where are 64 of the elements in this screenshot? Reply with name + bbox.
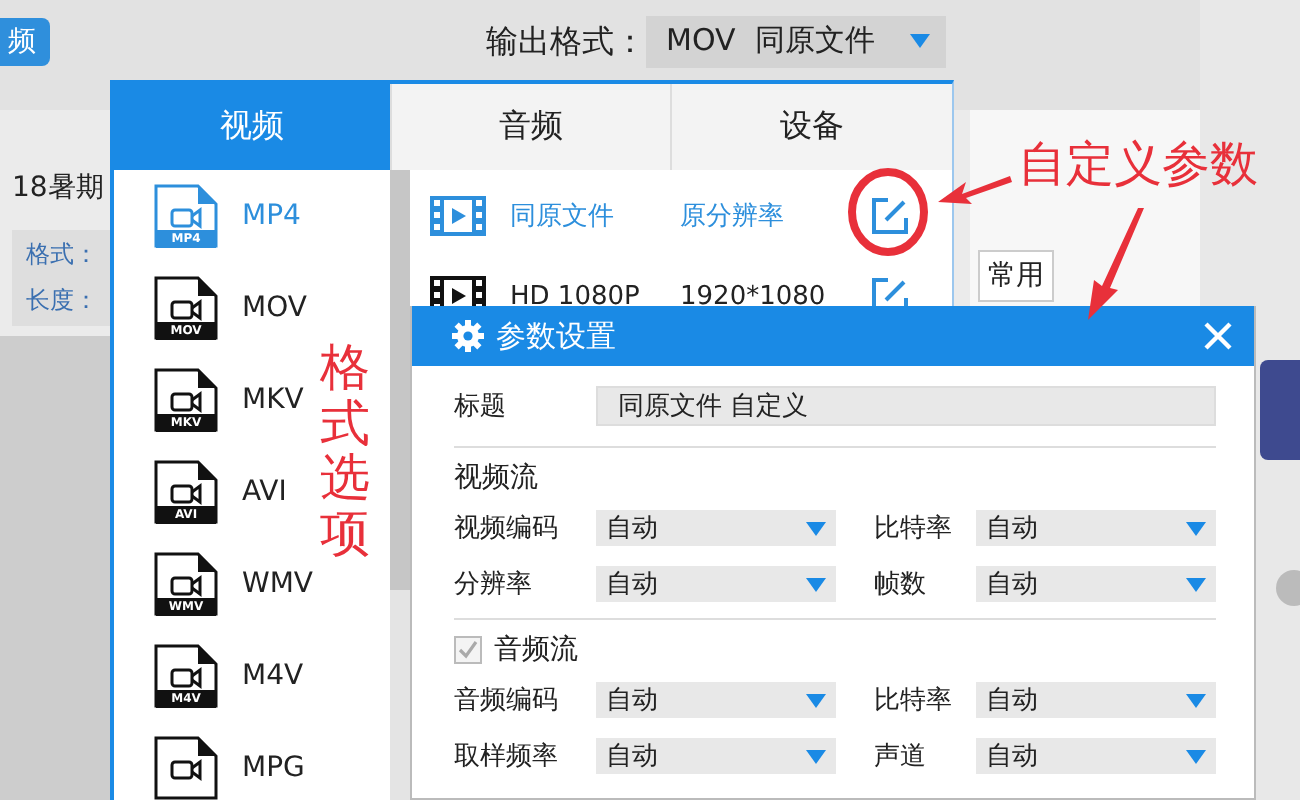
caret-icon	[806, 693, 826, 707]
tab[interactable]: 音频	[390, 84, 670, 170]
format-label: MPG	[242, 752, 305, 784]
arrow	[1084, 208, 1146, 322]
field-label: 视频编码	[454, 512, 560, 546]
output-format-label: 输出格式：	[486, 22, 646, 64]
common-button[interactable]: 常用	[978, 250, 1054, 302]
format-label: AVI	[242, 476, 287, 508]
field-label: 取样频率	[454, 740, 560, 774]
field-label: 帧数	[874, 568, 928, 602]
annotation-text: 格式选项	[320, 340, 370, 560]
field-label: 比特率	[874, 684, 954, 718]
caret-icon	[806, 749, 826, 763]
file-info-text: 格式：	[26, 238, 100, 272]
arrow	[938, 172, 1014, 208]
dropdown[interactable]: 自动	[976, 510, 1216, 546]
dropdown[interactable]: 自动	[596, 738, 836, 774]
highlight-circle	[846, 168, 930, 256]
annotation-text: 自定义参数	[1018, 134, 1258, 196]
field-label: 音频编码	[454, 684, 560, 718]
dropdown[interactable]: 自动	[976, 738, 1216, 774]
dropdown[interactable]: 自动	[596, 566, 836, 602]
tab[interactable]: 视频	[114, 84, 390, 170]
dropdown[interactable]: 自动	[596, 682, 836, 718]
caret-icon	[806, 577, 826, 591]
dropdown[interactable]: 自动	[976, 682, 1216, 718]
dialog-title: 参数设置	[496, 317, 618, 355]
file-title: 18暑期	[12, 170, 106, 206]
format-label: MP4	[242, 200, 301, 232]
dropdown[interactable]: 自动	[976, 566, 1216, 602]
caret-icon	[1186, 749, 1206, 763]
checkbox[interactable]	[454, 636, 482, 664]
section-heading: 视频流	[454, 460, 538, 496]
close-icon[interactable]	[1202, 320, 1234, 352]
dropdown[interactable]: 自动	[596, 510, 836, 546]
format-label: MKV	[242, 384, 304, 416]
section-heading: 音频流	[494, 632, 578, 668]
field-label: 分辨率	[454, 568, 534, 602]
panel-edge	[1260, 360, 1300, 460]
caret-icon	[1186, 577, 1206, 591]
caret-icon	[910, 34, 930, 48]
caret-icon	[1186, 521, 1206, 535]
format-label: WMV	[242, 568, 313, 600]
settings-icon	[452, 320, 484, 352]
file-info-text: 长度：	[26, 284, 100, 318]
format-item[interactable]: MPG	[114, 722, 305, 800]
dropdown-value: MOV 同原文件	[666, 22, 875, 60]
preset-name: HD 1080P	[510, 281, 642, 311]
field-label: 比特率	[874, 512, 954, 546]
field-label: 标题	[454, 390, 508, 424]
preset-resolution: 1920*1080	[680, 281, 828, 311]
output-format-dropdown[interactable]: MOV 同原文件	[646, 15, 946, 67]
preset-name: 同原文件	[510, 200, 616, 234]
format-label: MOV	[242, 292, 307, 324]
format-label: M4V	[242, 660, 304, 692]
tab[interactable]: 设备	[670, 84, 952, 170]
film-icon	[430, 192, 486, 240]
edit-icon[interactable]	[870, 196, 910, 236]
scrollbar[interactable]	[390, 170, 410, 800]
title-input-field[interactable]: 同原文件 自定义	[596, 386, 1216, 426]
field-label: 声道	[874, 740, 928, 774]
caret-icon	[1186, 693, 1206, 707]
preset-resolution: 原分辨率	[680, 200, 786, 234]
caret-icon	[806, 521, 826, 535]
